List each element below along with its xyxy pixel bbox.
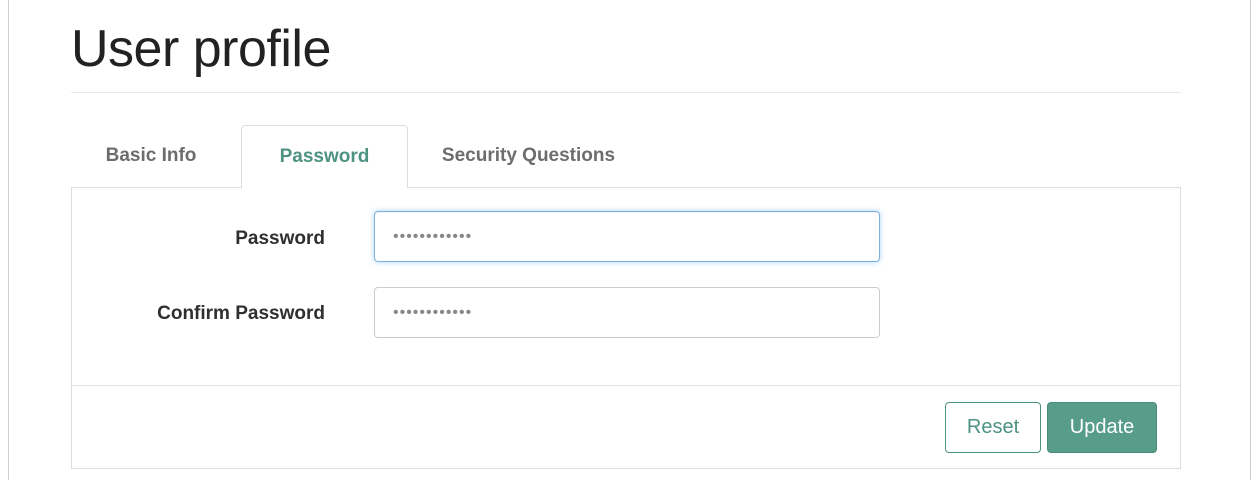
panel-footer-divider xyxy=(72,385,1180,386)
window-edge-left xyxy=(8,0,9,480)
title-divider xyxy=(71,92,1181,93)
profile-tabs: Basic Info Password Security Questions xyxy=(71,125,1181,188)
confirm-password-label: Confirm Password xyxy=(157,303,325,324)
tab-security-questions[interactable]: Security Questions xyxy=(416,125,641,187)
tab-basic-info[interactable]: Basic Info xyxy=(71,125,231,187)
page-title: User profile xyxy=(71,20,331,78)
update-button[interactable]: Update xyxy=(1047,402,1157,453)
password-panel: Password Confirm Password Reset Update xyxy=(71,187,1181,469)
password-input[interactable] xyxy=(374,211,880,262)
window-edge-right xyxy=(1250,0,1251,480)
password-label: Password xyxy=(235,228,325,249)
reset-button[interactable]: Reset xyxy=(945,402,1041,453)
tab-password[interactable]: Password xyxy=(241,125,408,188)
confirm-password-input[interactable] xyxy=(374,287,880,338)
